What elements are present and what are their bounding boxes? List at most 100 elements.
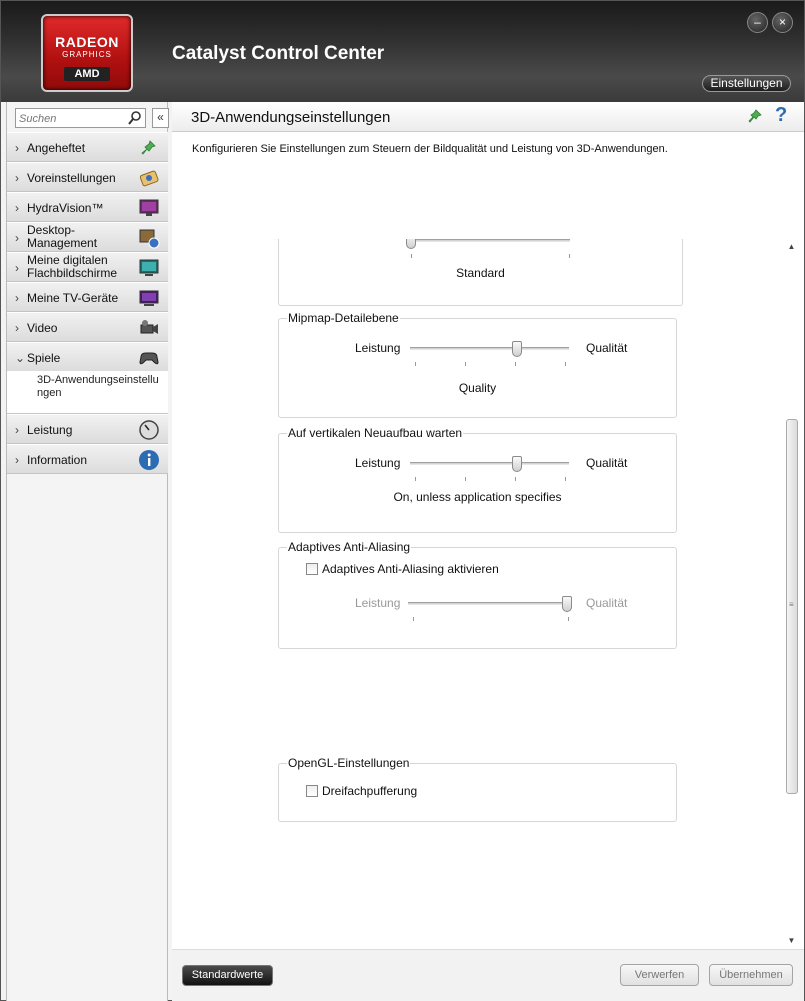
adaptive-aa-group: Adaptives Anti-Aliasing Adaptives Anti-A… <box>278 540 677 649</box>
scroll-up-icon[interactable]: ▲ <box>784 239 799 255</box>
sidebar-item-label: HydraVision™ <box>27 201 104 215</box>
vsync-value: On, unless application specifies <box>393 490 562 504</box>
chevron-right-icon: › <box>15 141 19 155</box>
mipmap-slider[interactable] <box>410 341 569 366</box>
apply-button[interactable]: Übernehmen <box>709 964 793 986</box>
vsync-title: Auf vertikalen Neuaufbau warten <box>287 426 464 440</box>
partial-slider-row <box>279 239 682 259</box>
search-input[interactable] <box>19 111 124 126</box>
partial-value: Standard <box>456 266 505 280</box>
slider-left-label: Leistung <box>355 456 401 470</box>
triple-buffering-checkbox[interactable] <box>306 785 318 797</box>
sidebar-item-voreinstellungen[interactable]: › Voreinstellungen <box>7 162 168 192</box>
sidebar-item-label: Spiele <box>27 351 61 365</box>
slider-tick <box>568 617 569 621</box>
gamepad-icon <box>139 352 159 365</box>
defaults-button[interactable]: Standardwerte <box>182 965 273 986</box>
main-panel: 3D-Anwendungseinstellungen ? Konfigurier… <box>172 102 804 1001</box>
vertical-scrollbar[interactable]: ▲ ≡ ▼ <box>784 239 799 949</box>
slider-tick <box>415 477 416 481</box>
slider-thumb[interactable] <box>511 341 522 357</box>
slider-thumb[interactable] <box>406 239 416 249</box>
logo-text-amd: AMD <box>64 67 110 81</box>
chevron-right-icon: › <box>15 171 19 185</box>
slider-tick <box>413 617 414 621</box>
minimize-button[interactable]: – <box>747 12 768 33</box>
mipmap-slider-row: Leistung Qualität <box>279 337 676 367</box>
discard-button[interactable]: Verwerfen <box>620 964 699 986</box>
sidebar-item-video[interactable]: › Video <box>7 312 168 342</box>
sidebar-item-information[interactable]: › Information <box>7 444 168 474</box>
scrollbar-thumb[interactable]: ≡ <box>786 419 798 794</box>
slider-tick <box>465 477 466 481</box>
info-icon <box>139 450 159 470</box>
chevron-right-icon: › <box>15 321 19 335</box>
slider-track[interactable] <box>406 239 570 258</box>
settings-scroll-area[interactable]: Standard Mipmap-Detailebene Leistung Qua… <box>172 239 804 949</box>
sidebar-item-desktop-management[interactable]: › Desktop- Management <box>7 222 168 252</box>
sidebar: « › Angeheftet › Voreinstellungen › Hydr… <box>6 102 169 1001</box>
tv-icon <box>139 290 159 306</box>
slider-tick <box>415 362 416 366</box>
vsync-group: Auf vertikalen Neuaufbau warten Leistung… <box>278 426 677 533</box>
sidebar-item-hydravision[interactable]: › HydraVision™ <box>7 192 168 222</box>
sidebar-item-label: Information <box>27 453 88 467</box>
search-icon[interactable] <box>127 110 143 126</box>
app-title: Catalyst Control Center <box>172 43 385 64</box>
scroll-down-icon[interactable]: ▼ <box>784 933 799 949</box>
partial-settings-group: Standard <box>278 239 683 306</box>
slider-right-label: Qualität <box>586 341 628 355</box>
presets-icon <box>139 170 159 187</box>
sidebar-item-angeheftet[interactable]: › Angeheftet <box>7 132 168 162</box>
opengl-group: OpenGL-Einstellungen Dreifachpufferung <box>278 756 677 822</box>
sidebar-item-label: Meine digitalen Flachbildschirme <box>27 253 118 280</box>
help-icon[interactable]: ? <box>775 104 787 127</box>
collapse-sidebar-button[interactable]: « <box>152 108 169 128</box>
sidebar-item-label: Video <box>27 321 58 335</box>
slider-tick <box>569 254 570 258</box>
monitor-icon <box>139 199 159 216</box>
gauge-icon <box>139 420 159 440</box>
adaptive-aa-title: Adaptives Anti-Aliasing <box>287 540 412 554</box>
slider-tick <box>515 362 516 366</box>
slider-thumb[interactable] <box>511 456 522 472</box>
sidebar-subitem-3d-settings[interactable]: 3D-Anwendungseinstellungen <box>7 371 168 414</box>
slider-tick <box>411 254 412 258</box>
chevron-down-icon: ⌄ <box>15 351 26 365</box>
scroll-grip-icon: ≡ <box>789 600 794 609</box>
slider-right-label: Qualität <box>586 596 628 610</box>
adaptive-aa-slider <box>408 596 572 621</box>
triple-buffering-label: Dreifachpufferung <box>322 784 418 798</box>
app-window: RADEON GRAPHICS AMD Catalyst Control Cen… <box>0 0 805 1001</box>
slider-tick <box>465 362 466 366</box>
desktop-management-icon <box>139 229 160 249</box>
pin-page-icon[interactable] <box>746 108 764 126</box>
close-button[interactable]: × <box>772 12 793 33</box>
sidebar-item-label: Angeheftet <box>27 141 86 155</box>
sidebar-item-spiele[interactable]: ⌄ Spiele <box>7 342 168 372</box>
logo-text-radeon: RADEON <box>55 34 119 50</box>
sidebar-item-leistung[interactable]: › Leistung <box>7 414 168 444</box>
adaptive-aa-checkbox[interactable] <box>306 563 318 575</box>
mipmap-title: Mipmap-Detailebene <box>287 311 400 325</box>
slider-tick <box>515 477 516 481</box>
button-bar: Standardwerte Verwerfen Übernehmen <box>172 949 804 1001</box>
chevron-right-icon: › <box>15 261 19 275</box>
mipmap-group: Mipmap-Detailebene Leistung Qualität Qua… <box>278 311 677 418</box>
sidebar-item-label: Meine TV-Geräte <box>27 291 119 305</box>
search-box[interactable] <box>15 108 146 128</box>
pin-icon <box>141 140 156 155</box>
page-description: Konfigurieren Sie Einstellungen zum Steu… <box>192 143 668 155</box>
sidebar-subitem-label: 3D-Anwendungseinstellungen <box>37 374 159 399</box>
vsync-slider[interactable] <box>410 456 569 481</box>
slider-right-label: Qualität <box>586 456 628 470</box>
sidebar-item-tv[interactable]: › Meine TV-Geräte <box>7 282 168 312</box>
chevron-right-icon: › <box>15 453 19 467</box>
settings-button[interactable]: Einstellungen <box>702 75 791 92</box>
slider-tick <box>565 477 566 481</box>
vsync-slider-row: Leistung Qualität <box>279 452 676 482</box>
slider-left-label: Leistung <box>355 341 401 355</box>
opengl-title: OpenGL-Einstellungen <box>287 756 411 770</box>
slider-tick <box>565 362 566 366</box>
sidebar-item-flat-panels[interactable]: › Meine digitalen Flachbildschirme <box>7 252 168 282</box>
